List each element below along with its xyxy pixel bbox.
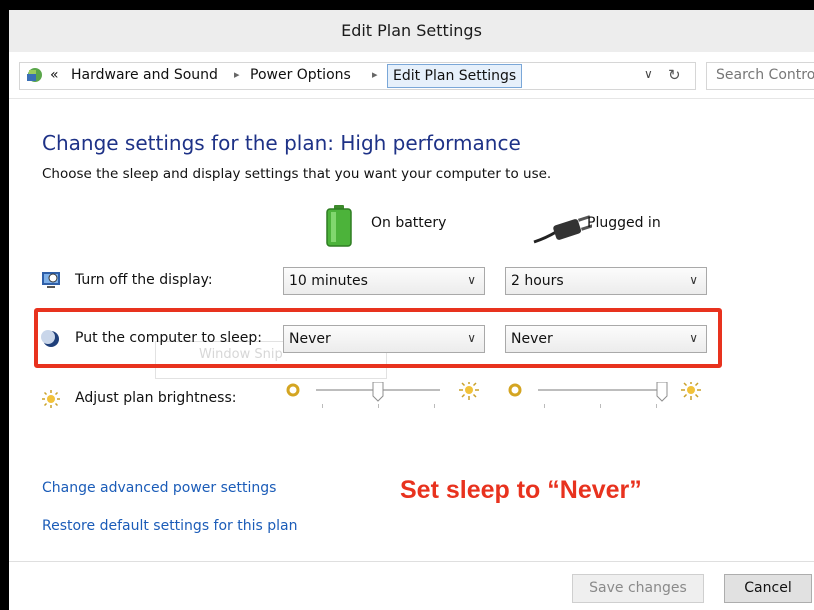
display-plugged-value: 2 hours: [511, 273, 564, 289]
brightness-label: Adjust plan brightness:: [75, 390, 237, 406]
restore-default-settings-link[interactable]: Restore default settings for this plan: [42, 518, 298, 534]
change-advanced-power-settings-link[interactable]: Change advanced power settings: [42, 480, 276, 496]
chevron-down-icon: ∨: [689, 273, 698, 287]
column-header-on-battery: On battery: [371, 215, 447, 231]
column-header-plugged-in: Plugged in: [587, 215, 661, 231]
page-description: Choose the sleep and display settings th…: [42, 166, 552, 182]
bright-brightness-icon: [681, 382, 701, 400]
cancel-button[interactable]: Cancel: [724, 574, 812, 603]
slider-track: [538, 389, 662, 391]
edit-plan-settings-window: Edit Plan Settings « Hardware and Sound …: [9, 10, 814, 610]
slider-thumb[interactable]: [656, 382, 668, 402]
title-bar: Edit Plan Settings: [9, 10, 814, 52]
display-plugged-select[interactable]: 2 hours ∨: [505, 267, 707, 295]
display-icon: [42, 272, 60, 288]
breadcrumb-hardware-and-sound[interactable]: Hardware and Sound: [71, 67, 218, 83]
brightness-battery-slider[interactable]: [286, 382, 482, 416]
save-changes-button[interactable]: Save changes: [572, 574, 704, 603]
breadcrumb-power-options[interactable]: Power Options: [250, 67, 351, 83]
address-bar: « Hardware and Sound ▸ Power Options ▸ E…: [9, 52, 814, 99]
breadcrumb-separator-icon[interactable]: ▸: [234, 68, 240, 81]
address-dropdown-icon[interactable]: ∨: [644, 67, 653, 81]
page-title: Change settings for the plan: High perfo…: [42, 131, 521, 155]
battery-icon: [326, 205, 352, 247]
turn-off-display-label: Turn off the display:: [75, 272, 213, 288]
breadcrumb-separator-icon[interactable]: ▸: [372, 68, 378, 81]
sleep-highlight-box: [34, 308, 722, 368]
chevron-down-icon: ∨: [467, 273, 476, 287]
power-plug-icon: [533, 215, 592, 244]
breadcrumb[interactable]: « Hardware and Sound ▸ Power Options ▸ E…: [19, 62, 696, 90]
footer-divider: [9, 561, 814, 562]
brightness-icon: [42, 390, 60, 408]
display-battery-select[interactable]: 10 minutes ∨: [283, 267, 485, 295]
bright-brightness-icon: [459, 382, 479, 400]
breadcrumb-edit-plan-settings[interactable]: Edit Plan Settings: [387, 64, 523, 88]
control-panel-icon: [27, 68, 42, 82]
refresh-icon[interactable]: ↻: [668, 66, 681, 84]
display-battery-value: 10 minutes: [289, 273, 368, 289]
breadcrumb-overflow[interactable]: «: [50, 67, 59, 83]
dim-brightness-icon: [508, 383, 522, 397]
brightness-plugged-slider[interactable]: [508, 382, 704, 416]
dim-brightness-icon: [286, 383, 300, 397]
annotation-callout: Set sleep to “Never”: [400, 476, 642, 504]
search-placeholder: Search Contro: [716, 67, 814, 83]
slider-thumb[interactable]: [372, 382, 384, 402]
window-title: Edit Plan Settings: [341, 21, 482, 40]
search-input[interactable]: Search Contro: [706, 62, 814, 90]
